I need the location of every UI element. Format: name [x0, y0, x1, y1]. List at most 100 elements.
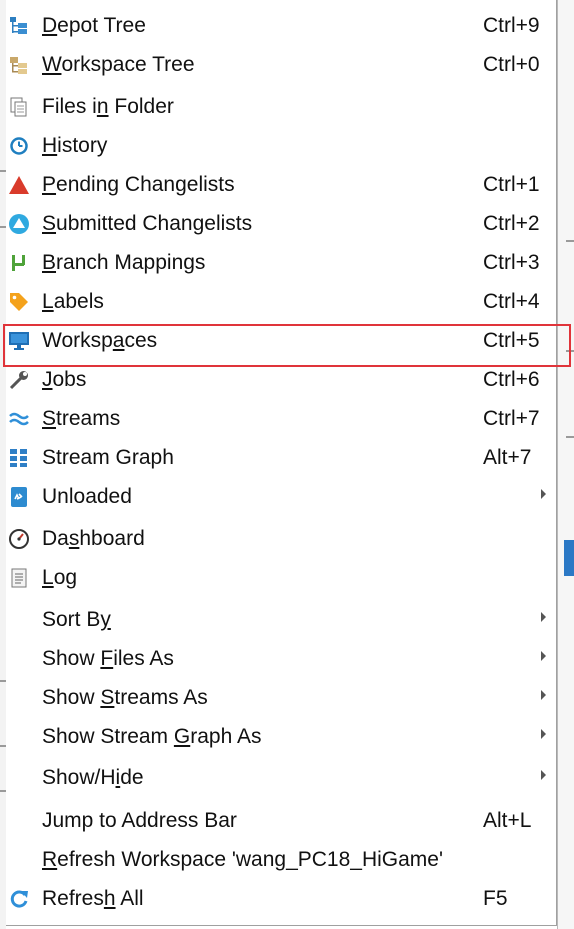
- accelerator-key: S: [42, 407, 57, 430]
- accelerator-key: H: [42, 134, 58, 157]
- label-text: Unloaded: [42, 485, 132, 508]
- menu-item-submitted-changelists[interactable]: Submitted Changelists Ctrl+2: [6, 204, 557, 243]
- accelerator-key: L: [42, 566, 54, 589]
- history-icon: [8, 135, 30, 157]
- menu-item-jobs[interactable]: Jobs Ctrl+6: [6, 360, 557, 399]
- keyboard-shortcut: Ctrl+9: [483, 14, 540, 37]
- menu-item-branch-mappings[interactable]: Branch Mappings Ctrl+3: [6, 243, 557, 282]
- label-text: Folder: [108, 95, 174, 118]
- accelerator-key: G: [173, 725, 191, 748]
- label-text: Worksp: [42, 329, 113, 352]
- menu-item-dashboard[interactable]: Dashboard: [6, 519, 557, 558]
- accelerator-key: s: [68, 527, 80, 550]
- menu-item-label: Show Stream Graph As: [42, 724, 261, 750]
- label-text: Show: [42, 647, 101, 670]
- menu-item-streams[interactable]: Streams Ctrl+7: [6, 399, 557, 438]
- menu-item-labels[interactable]: Labels Ctrl+4: [6, 282, 557, 321]
- menu-item-label: Jump to Address Bar: [42, 808, 237, 834]
- label-text: raph As: [190, 725, 262, 748]
- label-text: ranch Mappings: [56, 251, 206, 274]
- workspace-tree-icon: [8, 54, 30, 76]
- menu-item-refresh-all[interactable]: Refresh All F5: [6, 879, 557, 918]
- keyboard-shortcut: Ctrl+7: [483, 407, 540, 430]
- accelerator-key: B: [42, 251, 57, 274]
- menu-item-label: Log: [42, 565, 77, 591]
- menu-item-workspace-tree[interactable]: Workspace Tree Ctrl+0: [6, 45, 557, 84]
- label-text: Show: [42, 686, 101, 709]
- accelerator-key: h: [103, 887, 116, 910]
- label-text: All: [115, 887, 144, 910]
- accelerator-key: a: [112, 329, 125, 352]
- depot-tree-icon: [8, 15, 30, 37]
- menu-item-label: History: [42, 133, 107, 159]
- pending-changelists-icon: [8, 174, 30, 196]
- log-icon: [8, 567, 30, 589]
- keyboard-shortcut: Ctrl+0: [483, 53, 540, 76]
- accelerator-key: J: [42, 368, 53, 391]
- jobs-icon: [8, 369, 30, 391]
- accelerator-key: R: [42, 848, 58, 871]
- label-text: Show Stream: [42, 725, 174, 748]
- menu-item-label: Depot Tree: [42, 13, 146, 39]
- menu-item-show-stream-graph-as[interactable]: Show Stream Graph As: [6, 717, 557, 756]
- files-in-folder-icon: [8, 96, 30, 118]
- menu-item-stream-graph[interactable]: Stream Graph Alt+7: [6, 438, 557, 477]
- keyboard-shortcut: F5: [483, 887, 508, 910]
- streams-icon: [8, 408, 30, 430]
- menu-item-label: Labels: [42, 289, 104, 315]
- menu-item-show-streams-as[interactable]: Show Streams As: [6, 678, 557, 717]
- menu-item-label: Unloaded: [42, 484, 132, 510]
- menu-item-pending-changelists[interactable]: Pending Changelists Ctrl+1: [6, 165, 557, 204]
- menu-item-show-files-as[interactable]: Show Files As: [6, 639, 557, 678]
- menu-item-jump-to-address-bar[interactable]: Jump to Address Bar Alt+L: [6, 801, 557, 840]
- keyboard-shortcut: Ctrl+2: [483, 212, 540, 235]
- labels-icon: [8, 291, 30, 313]
- menu-item-label: Workspaces: [42, 328, 157, 354]
- label-text: ubmitted Changelists: [56, 212, 253, 235]
- menu-item-files-in-folder[interactable]: Files in Folder: [6, 87, 557, 126]
- label-text: abels: [53, 290, 104, 313]
- menu-item-unloaded[interactable]: Unloaded: [6, 477, 557, 516]
- menu-item-sort-by[interactable]: Sort By: [6, 600, 557, 639]
- menu-item-show-hide[interactable]: Show/Hide: [6, 758, 557, 797]
- label-text: Show/H: [42, 766, 116, 789]
- label-text: efresh Workspace 'wang_PC18_HiGame': [57, 848, 443, 871]
- menu-item-history[interactable]: History: [6, 126, 557, 165]
- label-text: hboard: [79, 527, 145, 550]
- menu-item-label: Show Files As: [42, 646, 174, 672]
- keyboard-shortcut: Ctrl+5: [483, 329, 540, 352]
- accelerator-key: n: [96, 95, 109, 118]
- label-text: treams As: [114, 686, 208, 709]
- menu-item-label: Sort By: [42, 607, 111, 633]
- label-text: treams: [56, 407, 121, 430]
- menu-item-label: Show/Hide: [42, 765, 144, 791]
- menu-item-label: Files in Folder: [42, 94, 174, 120]
- unloaded-icon: [8, 486, 30, 508]
- refresh-all-icon: [8, 888, 30, 910]
- menu-item-refresh-workspace-wang-pc18-higame[interactable]: Refresh Workspace 'wang_PC18_HiGame': [6, 840, 557, 879]
- menu-item-log[interactable]: Log: [6, 558, 557, 597]
- label-text: Files i: [42, 95, 97, 118]
- submenu-arrow-icon: [541, 690, 546, 700]
- label-text: orkspace Tree: [61, 53, 195, 76]
- menu-item-depot-tree[interactable]: Depot Tree Ctrl+9: [6, 6, 557, 45]
- keyboard-shortcut: Ctrl+1: [483, 173, 540, 196]
- menu-item-label: Jobs: [42, 367, 86, 393]
- menu-item-label: Stream Graph: [42, 445, 174, 471]
- menu-item-workspaces[interactable]: Workspaces Ctrl+5: [6, 321, 557, 360]
- background-mark: [566, 240, 574, 242]
- dashboard-icon: [8, 528, 30, 550]
- submenu-arrow-icon: [541, 729, 546, 739]
- submenu-arrow-icon: [541, 489, 546, 499]
- background-selection: [564, 540, 574, 576]
- menu-item-label: Show Streams As: [42, 685, 208, 711]
- submenu-arrow-icon: [541, 612, 546, 622]
- label-text: Da: [42, 527, 69, 550]
- menu-item-label: Dashboard: [42, 526, 145, 552]
- label-text: ending Changelists: [56, 173, 235, 196]
- background-mark: [566, 350, 574, 352]
- stream-graph-icon: [8, 447, 30, 469]
- keyboard-shortcut: Ctrl+4: [483, 290, 540, 313]
- background-window-right-edge: [557, 0, 574, 929]
- menu-item-label: Refresh Workspace 'wang_PC18_HiGame': [42, 847, 443, 873]
